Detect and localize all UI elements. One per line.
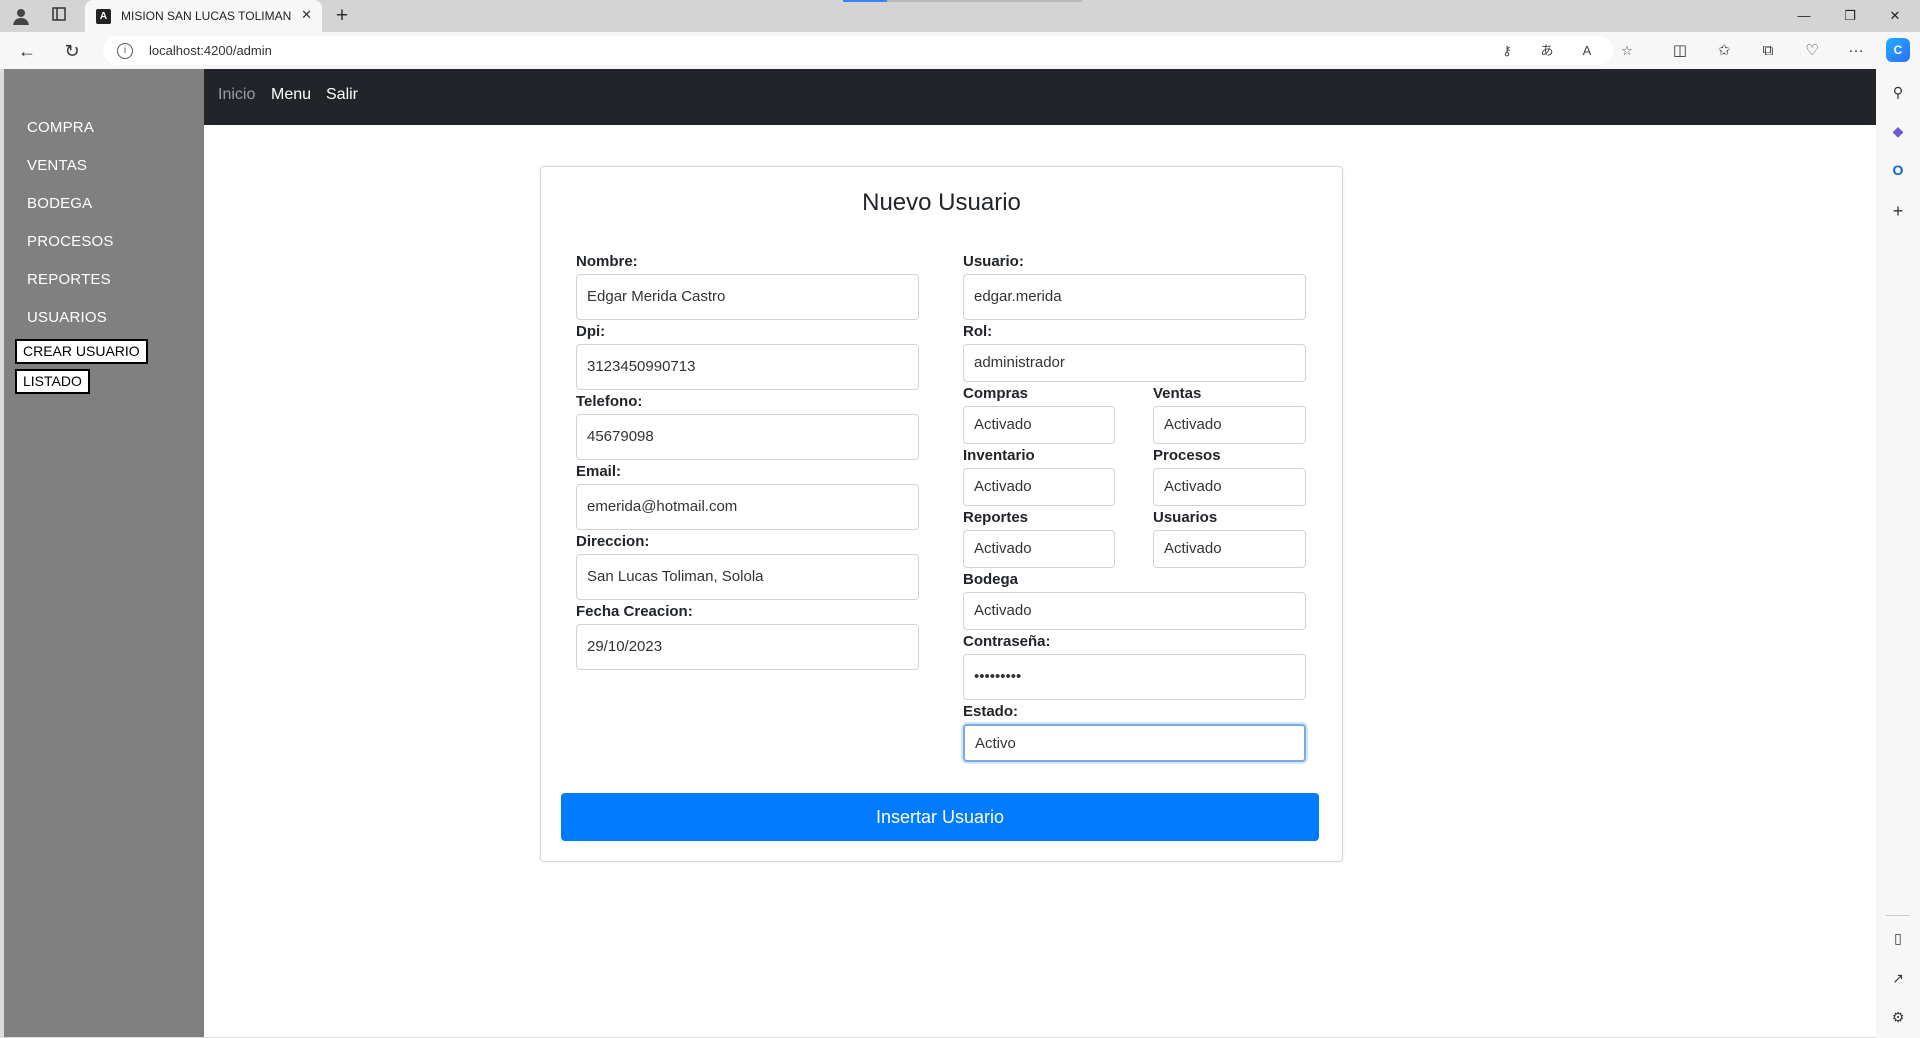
- settings-gear-icon[interactable]: ⚙: [1887, 1006, 1909, 1028]
- outlook-icon[interactable]: O: [1887, 159, 1909, 181]
- inventario-label: Inventario: [963, 447, 1035, 464]
- translate-icon[interactable]: あ: [1537, 41, 1557, 61]
- sidebar-item-bodega[interactable]: BODEGA: [27, 195, 92, 212]
- browser-tab[interactable]: A MISION SAN LUCAS TOLIMAN ✕: [85, 0, 322, 32]
- add-panel-icon[interactable]: +: [1887, 200, 1909, 222]
- hide-sidebar-icon[interactable]: ▯: [1887, 927, 1909, 949]
- usuarios-label: Usuarios: [1153, 509, 1218, 526]
- sidebar-item-compra[interactable]: COMPRA: [27, 119, 94, 136]
- usuario-input[interactable]: edgar.merida: [963, 274, 1306, 320]
- loading-track: [887, 0, 1082, 2]
- estado-select[interactable]: Activo: [963, 724, 1306, 762]
- password-key-icon[interactable]: ⚷: [1497, 41, 1517, 61]
- nav-salir-link[interactable]: Salir: [326, 86, 358, 104]
- app-sidebar: COMPRA VENTAS BODEGA PROCESOS REPORTES U…: [4, 69, 204, 1037]
- address-bar[interactable]: i localhost:4200/admin ⚷ あ A ☆: [103, 36, 1633, 65]
- contrasena-input[interactable]: •••••••••: [963, 654, 1306, 700]
- side-divider: [1886, 915, 1910, 916]
- fecha-creacion-label: Fecha Creacion:: [576, 603, 693, 620]
- tab-title: MISION SAN LUCAS TOLIMAN: [121, 9, 292, 23]
- bodega-label: Bodega: [963, 571, 1019, 588]
- email-label: Email:: [576, 463, 622, 480]
- restore-icon[interactable]: ❐: [1835, 6, 1865, 26]
- telefono-input[interactable]: 45679098: [576, 414, 919, 460]
- dpi-label: Dpi:: [576, 323, 606, 340]
- estado-label: Estado:: [963, 703, 1019, 720]
- back-icon[interactable]: ←: [15, 39, 39, 63]
- nombre-input[interactable]: Edgar Merida Castro: [576, 274, 919, 320]
- crear-usuario-button[interactable]: CREAR USUARIO: [15, 339, 148, 364]
- contrasena-label: Contraseña:: [963, 633, 1051, 650]
- bodega-select[interactable]: Activado: [963, 592, 1306, 630]
- dpi-input[interactable]: 3123450990713: [576, 344, 919, 390]
- site-info-icon[interactable]: i: [117, 43, 133, 59]
- ventas-select[interactable]: Activado: [1153, 406, 1306, 444]
- sidebar-item-ventas[interactable]: VENTAS: [27, 157, 87, 174]
- split-screen-icon[interactable]: ◫: [1669, 40, 1691, 62]
- browser-side-panel: ⚲ ◆ O + ▯ ↗ ⚙: [1876, 69, 1920, 1038]
- sidebar-item-reportes[interactable]: REPORTES: [27, 271, 111, 288]
- form-title: Nuevo Usuario: [862, 189, 1021, 216]
- compras-label: Compras: [963, 385, 1029, 402]
- reportes-select[interactable]: Activado: [963, 530, 1115, 568]
- angular-icon: A: [96, 9, 111, 24]
- procesos-select[interactable]: Activado: [1153, 468, 1306, 506]
- more-options-icon[interactable]: ···: [1845, 40, 1867, 62]
- copilot-icon[interactable]: C: [1886, 38, 1910, 62]
- read-aloud-icon[interactable]: A: [1577, 41, 1597, 61]
- sidebar-item-procesos[interactable]: PROCESOS: [27, 233, 114, 250]
- rol-select[interactable]: administrador: [963, 344, 1306, 382]
- collections-icon[interactable]: ⧉: [1757, 40, 1779, 62]
- profile-icon[interactable]: [11, 6, 31, 26]
- fecha-creacion-input[interactable]: 29/10/2023: [576, 624, 919, 670]
- loading-indicator: [843, 0, 887, 2]
- external-link-icon[interactable]: ↗: [1887, 967, 1909, 989]
- new-user-form-card: Nuevo Usuario Nombre: Edgar Merida Castr…: [540, 166, 1343, 862]
- listado-button[interactable]: LISTADO: [15, 369, 90, 394]
- sidebar-item-usuarios[interactable]: USUARIOS: [27, 309, 107, 326]
- compras-select[interactable]: Activado: [963, 406, 1115, 444]
- direccion-label: Direccion:: [576, 533, 650, 550]
- close-tab-icon[interactable]: ✕: [301, 7, 312, 23]
- nombre-label: Nombre:: [576, 253, 638, 270]
- inventario-select[interactable]: Activado: [963, 468, 1115, 506]
- discover-icon[interactable]: ◆: [1887, 120, 1909, 142]
- browser-essentials-icon[interactable]: ♡: [1801, 40, 1823, 62]
- search-icon[interactable]: ⚲: [1887, 81, 1909, 103]
- reportes-label: Reportes: [963, 509, 1029, 526]
- page-viewport: COMPRA VENTAS BODEGA PROCESOS REPORTES U…: [4, 69, 1876, 1037]
- reload-icon[interactable]: ↻: [60, 39, 84, 63]
- top-navbar: Inicio Menu Salir: [204, 69, 1876, 125]
- insertar-usuario-button[interactable]: Insertar Usuario: [561, 793, 1319, 841]
- url-text[interactable]: localhost:4200/admin: [149, 43, 272, 58]
- favorites-icon[interactable]: ✩: [1713, 40, 1735, 62]
- browser-titlebar: A MISION SAN LUCAS TOLIMAN ✕ + — ❐ ✕: [0, 0, 1920, 32]
- nav-inicio-link[interactable]: Inicio: [218, 86, 255, 104]
- direccion-input[interactable]: San Lucas Toliman, Solola: [576, 554, 919, 600]
- procesos-label: Procesos: [1153, 447, 1221, 464]
- browser-toolbar: ← ↻ i localhost:4200/admin ⚷ あ A ☆ ◫ ✩ ⧉…: [0, 32, 1920, 69]
- telefono-label: Telefono:: [576, 393, 643, 410]
- favorite-star-icon[interactable]: ☆: [1617, 41, 1637, 61]
- nav-menu-link[interactable]: Menu: [271, 86, 311, 104]
- close-window-icon[interactable]: ✕: [1880, 6, 1910, 26]
- usuario-label: Usuario:: [963, 253, 1024, 270]
- tab-actions-icon[interactable]: [49, 6, 69, 26]
- usuarios-select[interactable]: Activado: [1153, 530, 1306, 568]
- ventas-label: Ventas: [1153, 385, 1202, 402]
- email-input[interactable]: emerida@hotmail.com: [576, 484, 919, 530]
- minimize-icon[interactable]: —: [1789, 6, 1819, 26]
- rol-label: Rol:: [963, 323, 993, 340]
- new-tab-icon[interactable]: +: [330, 4, 354, 28]
